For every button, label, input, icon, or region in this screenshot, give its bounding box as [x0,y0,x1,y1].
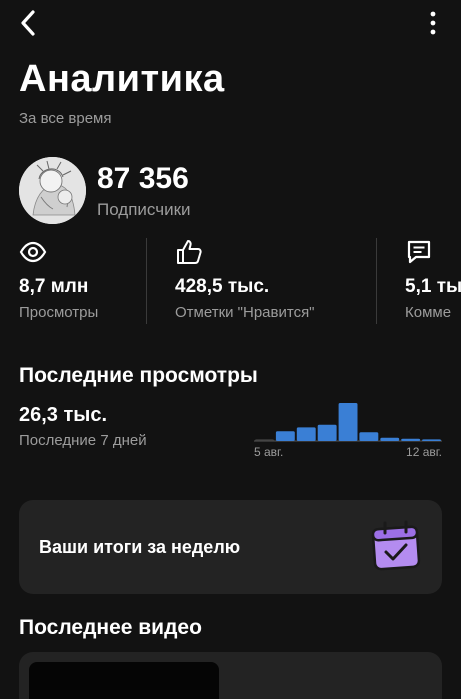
thumbs-up-icon [177,240,202,264]
subscriber-count: 87 356 [97,162,189,195]
subscriber-label: Подписчики [97,200,191,219]
avatar[interactable] [19,157,86,224]
weekly-summary-label: Ваши итоги за неделю [39,537,241,557]
back-chevron-icon[interactable] [14,8,44,38]
chart-bar [401,438,421,441]
recent-views-period: Последние 7 дней [19,432,147,449]
page-subtitle: За все время [19,110,112,127]
stat-divider [376,238,377,324]
chart-tick-label: 12 авг. [406,445,442,459]
stat-comments[interactable]: 5,1 ты Комме [405,238,461,324]
chart-bar [275,431,295,441]
recent-views-value: 26,3 тыс. [19,404,108,426]
weekly-summary-card[interactable]: Ваши итоги за неделю [19,500,442,594]
top-bar [0,0,461,44]
chart-bar [255,439,274,441]
comment-icon [407,240,431,264]
stat-likes-label: Отметки "Нравится" [175,304,315,321]
chart-bar [380,437,400,441]
stat-views-label: Просмотры [19,304,99,321]
stat-likes-value: 428,5 тыс. [175,276,270,297]
stat-comments-value: 5,1 ты [405,276,461,297]
latest-video-title: Последнее видео [19,616,202,639]
stat-views-value: 8,7 млн [19,276,89,297]
stat-comments-label: Комме [405,304,452,321]
recent-views-title: Последние просмотры [19,364,258,387]
chart-bar [422,439,441,441]
chart-bar [338,403,358,441]
more-options-icon[interactable] [423,10,443,36]
calendar-check-icon [371,520,421,571]
eye-icon [19,241,47,263]
chart-bar [359,432,379,441]
chart-bar [317,424,337,441]
page-title: Аналитика [19,58,225,100]
stat-divider [146,238,147,324]
chart-bar [296,427,316,441]
chart-tick-label: 5 авг. [254,445,283,459]
video-thumbnail[interactable] [29,662,219,699]
recent-views-chart[interactable]: 5 авг. 12 авг. [250,398,446,464]
latest-video-card[interactable] [19,652,442,699]
